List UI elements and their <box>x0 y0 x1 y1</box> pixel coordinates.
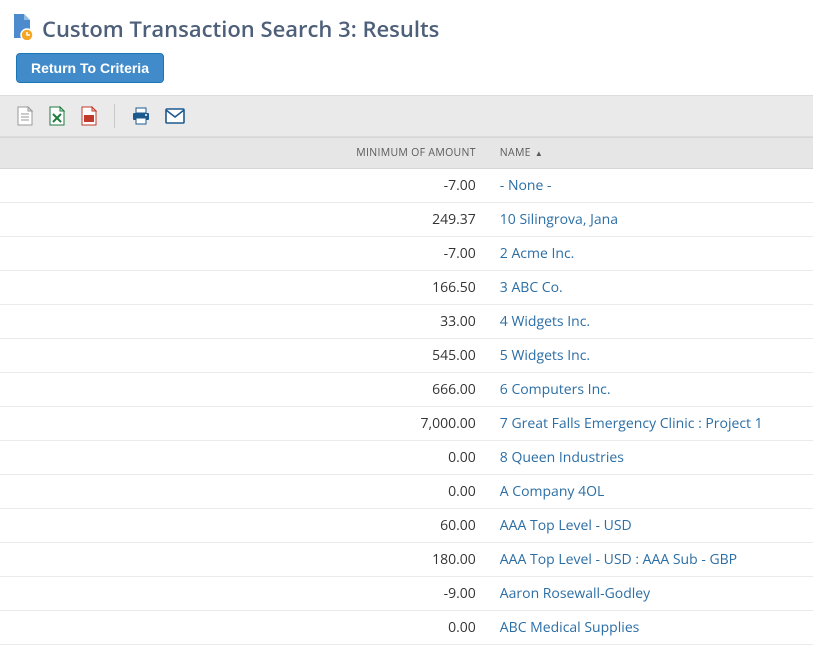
name-link[interactable]: A Company 4OL <box>500 482 604 501</box>
column-header-name[interactable]: NAME ▲ <box>488 138 813 169</box>
name-link[interactable]: AAA Top Level - USD : AAA Sub - GBP <box>500 550 737 569</box>
name-link[interactable]: 6 Computers Inc. <box>500 380 611 399</box>
name-link[interactable]: 8 Queen Industries <box>500 448 624 467</box>
cell-name: ABC Medical Supplies <box>488 611 813 645</box>
name-link[interactable]: 4 Widgets Inc. <box>500 312 590 331</box>
page-icon <box>10 12 34 45</box>
table-row: 33.00 4 Widgets Inc. <box>0 305 813 339</box>
cell-amount: -7.00 <box>0 169 488 203</box>
toolbar-divider <box>114 104 115 128</box>
table-row: 0.00 A Company 4OL <box>0 475 813 509</box>
name-link[interactable]: 3 ABC Co. <box>500 278 563 297</box>
cell-amount: -7.00 <box>0 237 488 271</box>
cell-amount: 0.00 <box>0 611 488 645</box>
table-row: 60.00 AAA Top Level - USD <box>0 509 813 543</box>
name-link[interactable]: ABC Medical Supplies <box>500 618 640 637</box>
return-to-criteria-button[interactable]: Return To Criteria <box>16 53 164 83</box>
name-link[interactable]: - None - <box>500 176 552 195</box>
cell-name: Aaron Rosewall-Godley <box>488 577 813 611</box>
table-row: -7.00 2 Acme Inc. <box>0 237 813 271</box>
cell-amount: 0.00 <box>0 475 488 509</box>
name-link[interactable]: 5 Widgets Inc. <box>500 346 590 365</box>
cell-amount: 666.00 <box>0 373 488 407</box>
cell-name: 4 Widgets Inc. <box>488 305 813 339</box>
print-icon[interactable] <box>131 106 151 126</box>
name-link[interactable]: 10 Silingrova, Jana <box>500 210 618 229</box>
cell-name: 7 Great Falls Emergency Clinic : Project… <box>488 407 813 441</box>
cell-name: 8 Queen Industries <box>488 441 813 475</box>
cell-amount: 249.37 <box>0 203 488 237</box>
name-link[interactable]: 7 Great Falls Emergency Clinic : Project… <box>500 414 763 433</box>
cell-amount: 180.00 <box>0 543 488 577</box>
column-header-amount[interactable]: MINIMUM OF AMOUNT <box>0 138 488 169</box>
cell-amount: 33.00 <box>0 305 488 339</box>
table-row: 180.00 AAA Top Level - USD : AAA Sub - GB… <box>0 543 813 577</box>
export-excel-icon[interactable] <box>48 106 66 126</box>
table-header-row: MINIMUM OF AMOUNT NAME ▲ <box>0 138 813 169</box>
cell-name: 10 Silingrova, Jana <box>488 203 813 237</box>
cell-amount: 0.00 <box>0 441 488 475</box>
cell-name: 5 Widgets Inc. <box>488 339 813 373</box>
cell-amount: 60.00 <box>0 509 488 543</box>
table-row: 0.00 8 Queen Industries <box>0 441 813 475</box>
name-link[interactable]: Aaron Rosewall-Godley <box>500 584 650 603</box>
action-group <box>131 106 185 126</box>
table-body: -7.00 - None - 249.37 10 Silingrova, Jana -7… <box>0 169 813 645</box>
cell-name: A Company 4OL <box>488 475 813 509</box>
cell-amount: 7,000.00 <box>0 407 488 441</box>
column-header-name-label: NAME <box>500 146 531 160</box>
button-row: Return To Criteria <box>0 53 813 95</box>
name-link[interactable]: 2 Acme Inc. <box>500 244 575 263</box>
export-toolbar <box>0 95 813 137</box>
table-row: 666.00 6 Computers Inc. <box>0 373 813 407</box>
page-header: Custom Transaction Search 3: Results <box>0 0 813 53</box>
table-row: 7,000.00 7 Great Falls Emergency Clinic :… <box>0 407 813 441</box>
cell-name: 6 Computers Inc. <box>488 373 813 407</box>
cell-amount: -9.00 <box>0 577 488 611</box>
table-row: 0.00 ABC Medical Supplies <box>0 611 813 645</box>
export-group <box>16 106 98 126</box>
sort-asc-icon: ▲ <box>535 148 543 159</box>
name-link[interactable]: AAA Top Level - USD <box>500 516 632 535</box>
table-row: 249.37 10 Silingrova, Jana <box>0 203 813 237</box>
table-row: 166.50 3 ABC Co. <box>0 271 813 305</box>
export-pdf-icon[interactable] <box>80 106 98 126</box>
export-csv-icon[interactable] <box>16 106 34 126</box>
cell-name: - None - <box>488 169 813 203</box>
table-row: -7.00 - None - <box>0 169 813 203</box>
table-row: 545.00 5 Widgets Inc. <box>0 339 813 373</box>
email-icon[interactable] <box>165 108 185 124</box>
cell-name: AAA Top Level - USD : AAA Sub - GBP <box>488 543 813 577</box>
cell-amount: 166.50 <box>0 271 488 305</box>
cell-amount: 545.00 <box>0 339 488 373</box>
table-row: -9.00 Aaron Rosewall-Godley <box>0 577 813 611</box>
page-title: Custom Transaction Search 3: Results <box>42 14 439 44</box>
cell-name: 2 Acme Inc. <box>488 237 813 271</box>
cell-name: 3 ABC Co. <box>488 271 813 305</box>
results-table: MINIMUM OF AMOUNT NAME ▲ -7.00 - None - 24… <box>0 137 813 645</box>
column-header-amount-label: MINIMUM OF AMOUNT <box>356 146 476 160</box>
cell-name: AAA Top Level - USD <box>488 509 813 543</box>
